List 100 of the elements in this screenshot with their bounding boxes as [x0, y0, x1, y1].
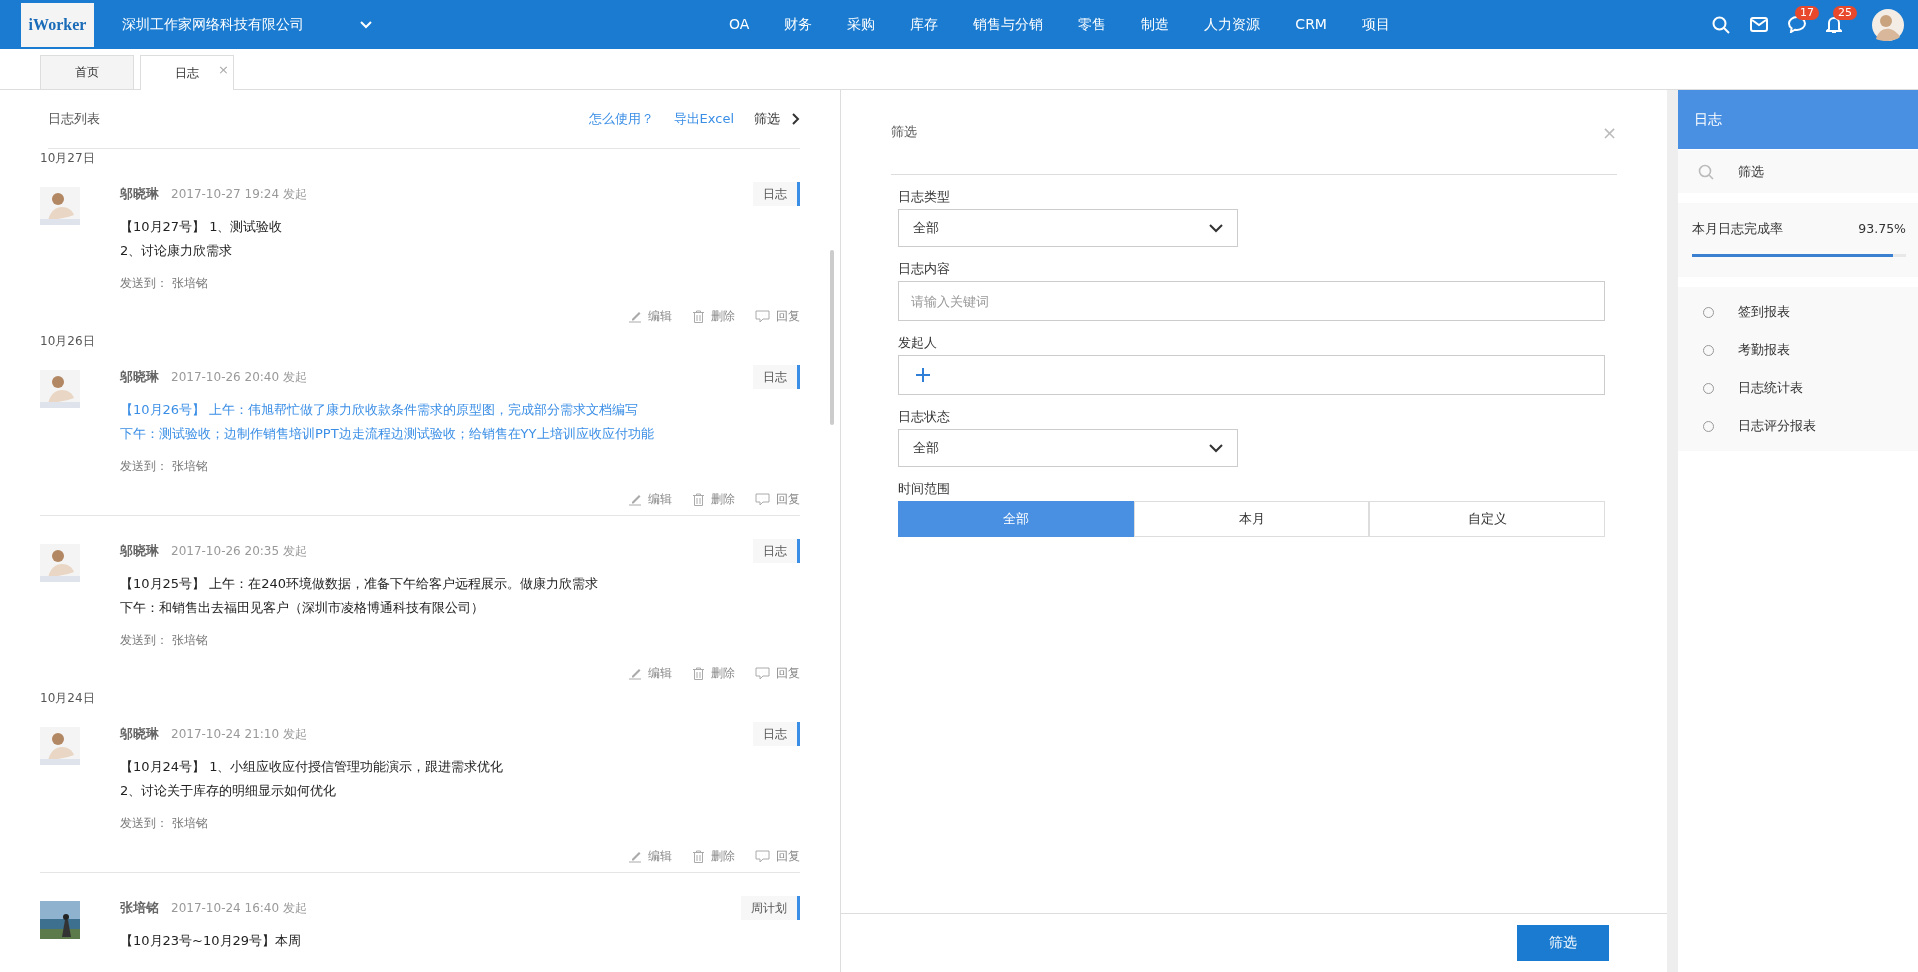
chevron-down-icon [1209, 223, 1223, 233]
recipient-text: 发送到： 张培铭 [120, 458, 209, 475]
nav-item[interactable]: 人力资源 [1192, 15, 1273, 34]
search-icon[interactable] [1712, 15, 1730, 34]
date-label: 10月24日 [40, 689, 95, 707]
report-item[interactable]: 考勤报表 [1678, 331, 1918, 369]
scrollbar[interactable] [830, 250, 834, 425]
filter-button[interactable]: 筛选 [1517, 925, 1609, 961]
author-name: 邬晓琳 [120, 368, 159, 386]
log-type-tag: 日志 [753, 722, 800, 746]
pencil-icon [628, 849, 642, 863]
report-item[interactable]: 签到报表 [1678, 293, 1918, 331]
range-option[interactable]: 自定义 [1369, 501, 1605, 537]
search-icon [1698, 163, 1714, 180]
log-text: 【10月25号】 上午：在240环境做数据，准备下午给客户远程展示。做康力欣需求 [120, 575, 600, 593]
author-name: 张培铭 [120, 899, 159, 917]
plus-icon[interactable] [915, 367, 931, 383]
sidebar-title: 日志 [1678, 90, 1918, 149]
log-text: 2、讨论关于库存的明细显示如何优化 [120, 782, 338, 800]
list-title: 日志列表 [48, 110, 100, 128]
mail-icon[interactable] [1750, 17, 1768, 32]
pencil-icon [628, 309, 642, 323]
comment-icon [755, 492, 770, 506]
select-field[interactable]: 全部 [898, 429, 1238, 467]
log-text: 【10月23号~10月29号】本周 [120, 932, 303, 950]
post-time: 2017-10-26 20:40 发起 [171, 368, 307, 386]
log-type-tag: 日志 [753, 539, 800, 563]
close-icon[interactable]: × [218, 62, 229, 77]
action-link[interactable]: 编辑 [628, 664, 672, 682]
filter-item[interactable]: 筛选 [1678, 150, 1918, 193]
log-type-tag: 日志 [753, 182, 800, 206]
field-label: 日志类型 [898, 188, 951, 206]
log-text: 【10月24号】 1、小组应收应付授信管理功能演示，跟进需求优化 [120, 758, 505, 776]
action-link[interactable]: 回复 [755, 490, 800, 508]
nav-item[interactable]: 采购 [835, 15, 888, 34]
action-link[interactable]: 删除 [692, 307, 735, 325]
log-type-tag: 周计划 [741, 896, 800, 920]
date-label: 10月26日 [40, 332, 95, 350]
help-link[interactable]: 怎么使用？ [588, 110, 654, 128]
action-link[interactable]: 回复 [755, 307, 800, 325]
nav-item[interactable]: 库存 [898, 15, 951, 34]
trash-icon [692, 309, 705, 323]
input-field[interactable]: 请输入关键词 [898, 281, 1605, 321]
log-text: 2、讨论康力欣需求 [120, 242, 234, 260]
trash-icon [692, 666, 705, 680]
nav-item[interactable]: 零售 [1066, 15, 1119, 34]
user-avatar[interactable] [1872, 8, 1904, 41]
range-option[interactable]: 本月 [1133, 501, 1370, 537]
select-field[interactable]: 全部 [898, 209, 1238, 247]
completion-label: 本月日志完成率 [1692, 221, 1783, 238]
field-label: 日志状态 [898, 408, 951, 426]
action-link[interactable]: 编辑 [628, 490, 672, 508]
nav-item[interactable]: CRM [1283, 15, 1339, 34]
nav-item[interactable]: OA [717, 15, 762, 34]
pencil-icon [628, 492, 642, 506]
field-label: 日志内容 [898, 260, 951, 278]
action-link[interactable]: 编辑 [628, 307, 672, 325]
action-link[interactable]: 回复 [755, 847, 800, 865]
page-tab[interactable]: 日志 × [140, 55, 234, 90]
report-item[interactable]: 日志评分报表 [1678, 407, 1918, 445]
author-name: 邬晓琳 [120, 542, 159, 560]
recipient-text: 发送到： 张培铭 [120, 815, 209, 832]
post-time: 2017-10-24 21:10 发起 [171, 725, 307, 743]
chat-icon[interactable] [1788, 16, 1806, 33]
company-name: 深圳工作家网络科技有限公司 [122, 15, 304, 34]
chevron-right-icon[interactable] [792, 113, 800, 125]
export-link[interactable]: 导出Excel [673, 110, 734, 128]
log-type-tag: 日志 [753, 365, 800, 389]
field-label: 发起人 [898, 334, 938, 352]
report-item[interactable]: 日志统计表 [1678, 369, 1918, 407]
action-link[interactable]: 删除 [692, 664, 735, 682]
chevron-down-icon [1209, 443, 1223, 453]
post-time: 2017-10-26 20:35 发起 [171, 542, 307, 560]
log-text: 下午：和销售出去福田见客户（深圳市凌格博通科技有限公司） [120, 599, 485, 617]
range-option[interactable]: 全部 [898, 501, 1134, 537]
action-link[interactable]: 回复 [755, 664, 800, 682]
input-field[interactable] [898, 355, 1605, 395]
comment-icon [755, 666, 770, 680]
date-label: 10月27日 [40, 149, 95, 167]
nav-item[interactable]: 项目 [1349, 15, 1402, 34]
action-link[interactable]: 删除 [692, 847, 735, 865]
completion-value: 93.75% [1858, 221, 1906, 238]
nav-item[interactable]: 财务 [772, 15, 825, 34]
log-text: 【10月26号】 上午：伟旭帮忙做了康力欣收款条件需求的原型图，完成部分需求文档编写 [120, 401, 640, 419]
chevron-down-icon[interactable] [360, 20, 372, 29]
post-time: 2017-10-24 16:40 发起 [171, 899, 307, 917]
bell-icon[interactable] [1826, 15, 1842, 34]
action-link[interactable]: 编辑 [628, 847, 672, 865]
filter-link[interactable]: 筛选 [754, 110, 780, 128]
nav-item[interactable]: 制造 [1129, 15, 1182, 34]
message-count-badge: 17 [1795, 6, 1819, 20]
panel-title: 筛选 [891, 123, 917, 141]
action-link[interactable]: 删除 [692, 490, 735, 508]
page-tab[interactable]: 首页 [40, 55, 134, 89]
pencil-icon [628, 666, 642, 680]
logo[interactable]: iWorker [21, 2, 94, 47]
nav-item[interactable]: 销售与分销 [961, 15, 1056, 34]
author-name: 邬晓琳 [120, 185, 159, 203]
comment-icon [755, 849, 770, 863]
trash-icon [692, 849, 705, 863]
